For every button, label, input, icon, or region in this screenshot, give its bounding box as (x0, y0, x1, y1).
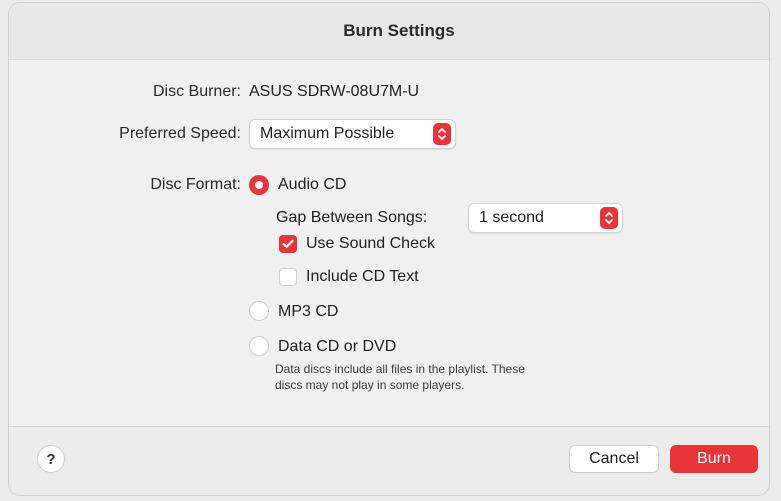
dialog-footer: ? Cancel Burn (9, 426, 769, 495)
disc-burner-value: ASUS SDRW-08U7M-U (249, 83, 420, 100)
audio-cd-label: Audio CD (278, 176, 347, 193)
burn-settings-dialog: Burn Settings Disc Burner: ASUS SDRW-08U… (8, 2, 770, 496)
gap-between-songs-popup[interactable]: 1 second (468, 203, 623, 233)
gap-between-songs-label: Gap Between Songs: (276, 209, 428, 226)
updown-chevron-icon (433, 123, 451, 145)
updown-chevron-icon (600, 207, 618, 229)
title-bar: Burn Settings (9, 3, 769, 60)
disc-format-label: Disc Format: (150, 176, 241, 193)
preferred-speed-value: Maximum Possible (260, 125, 395, 142)
data-cd-dvd-radio[interactable] (249, 336, 269, 356)
mp3-cd-label: MP3 CD (278, 303, 339, 320)
data-cd-dvd-label: Data CD or DVD (278, 338, 397, 355)
disc-burner-label: Disc Burner: (152, 83, 241, 100)
preferred-speed-popup[interactable]: Maximum Possible (249, 119, 456, 149)
question-mark-icon: ? (46, 450, 56, 468)
data-disc-note-line1: Data discs include all files in the play… (275, 362, 525, 376)
use-sound-check-checkbox[interactable] (279, 235, 297, 253)
preferred-speed-label: Preferred Speed: (119, 125, 241, 142)
burn-button[interactable]: Burn (670, 445, 758, 473)
dialog-title: Burn Settings (343, 21, 455, 40)
audio-cd-radio[interactable] (249, 175, 269, 195)
include-cd-text-label: Include CD Text (306, 268, 419, 285)
gap-between-songs-value: 1 second (479, 209, 544, 226)
use-sound-check-label: Use Sound Check (306, 235, 435, 252)
checkmark-icon (282, 239, 294, 249)
mp3-cd-radio[interactable] (249, 301, 269, 321)
include-cd-text-checkbox[interactable] (279, 268, 297, 286)
data-disc-note-line2: discs may not play in some players. (275, 378, 465, 392)
help-button[interactable]: ? (37, 445, 65, 473)
cancel-button[interactable]: Cancel (569, 445, 659, 473)
settings-content: Disc Burner: ASUS SDRW-08U7M-U Preferred… (9, 60, 769, 428)
